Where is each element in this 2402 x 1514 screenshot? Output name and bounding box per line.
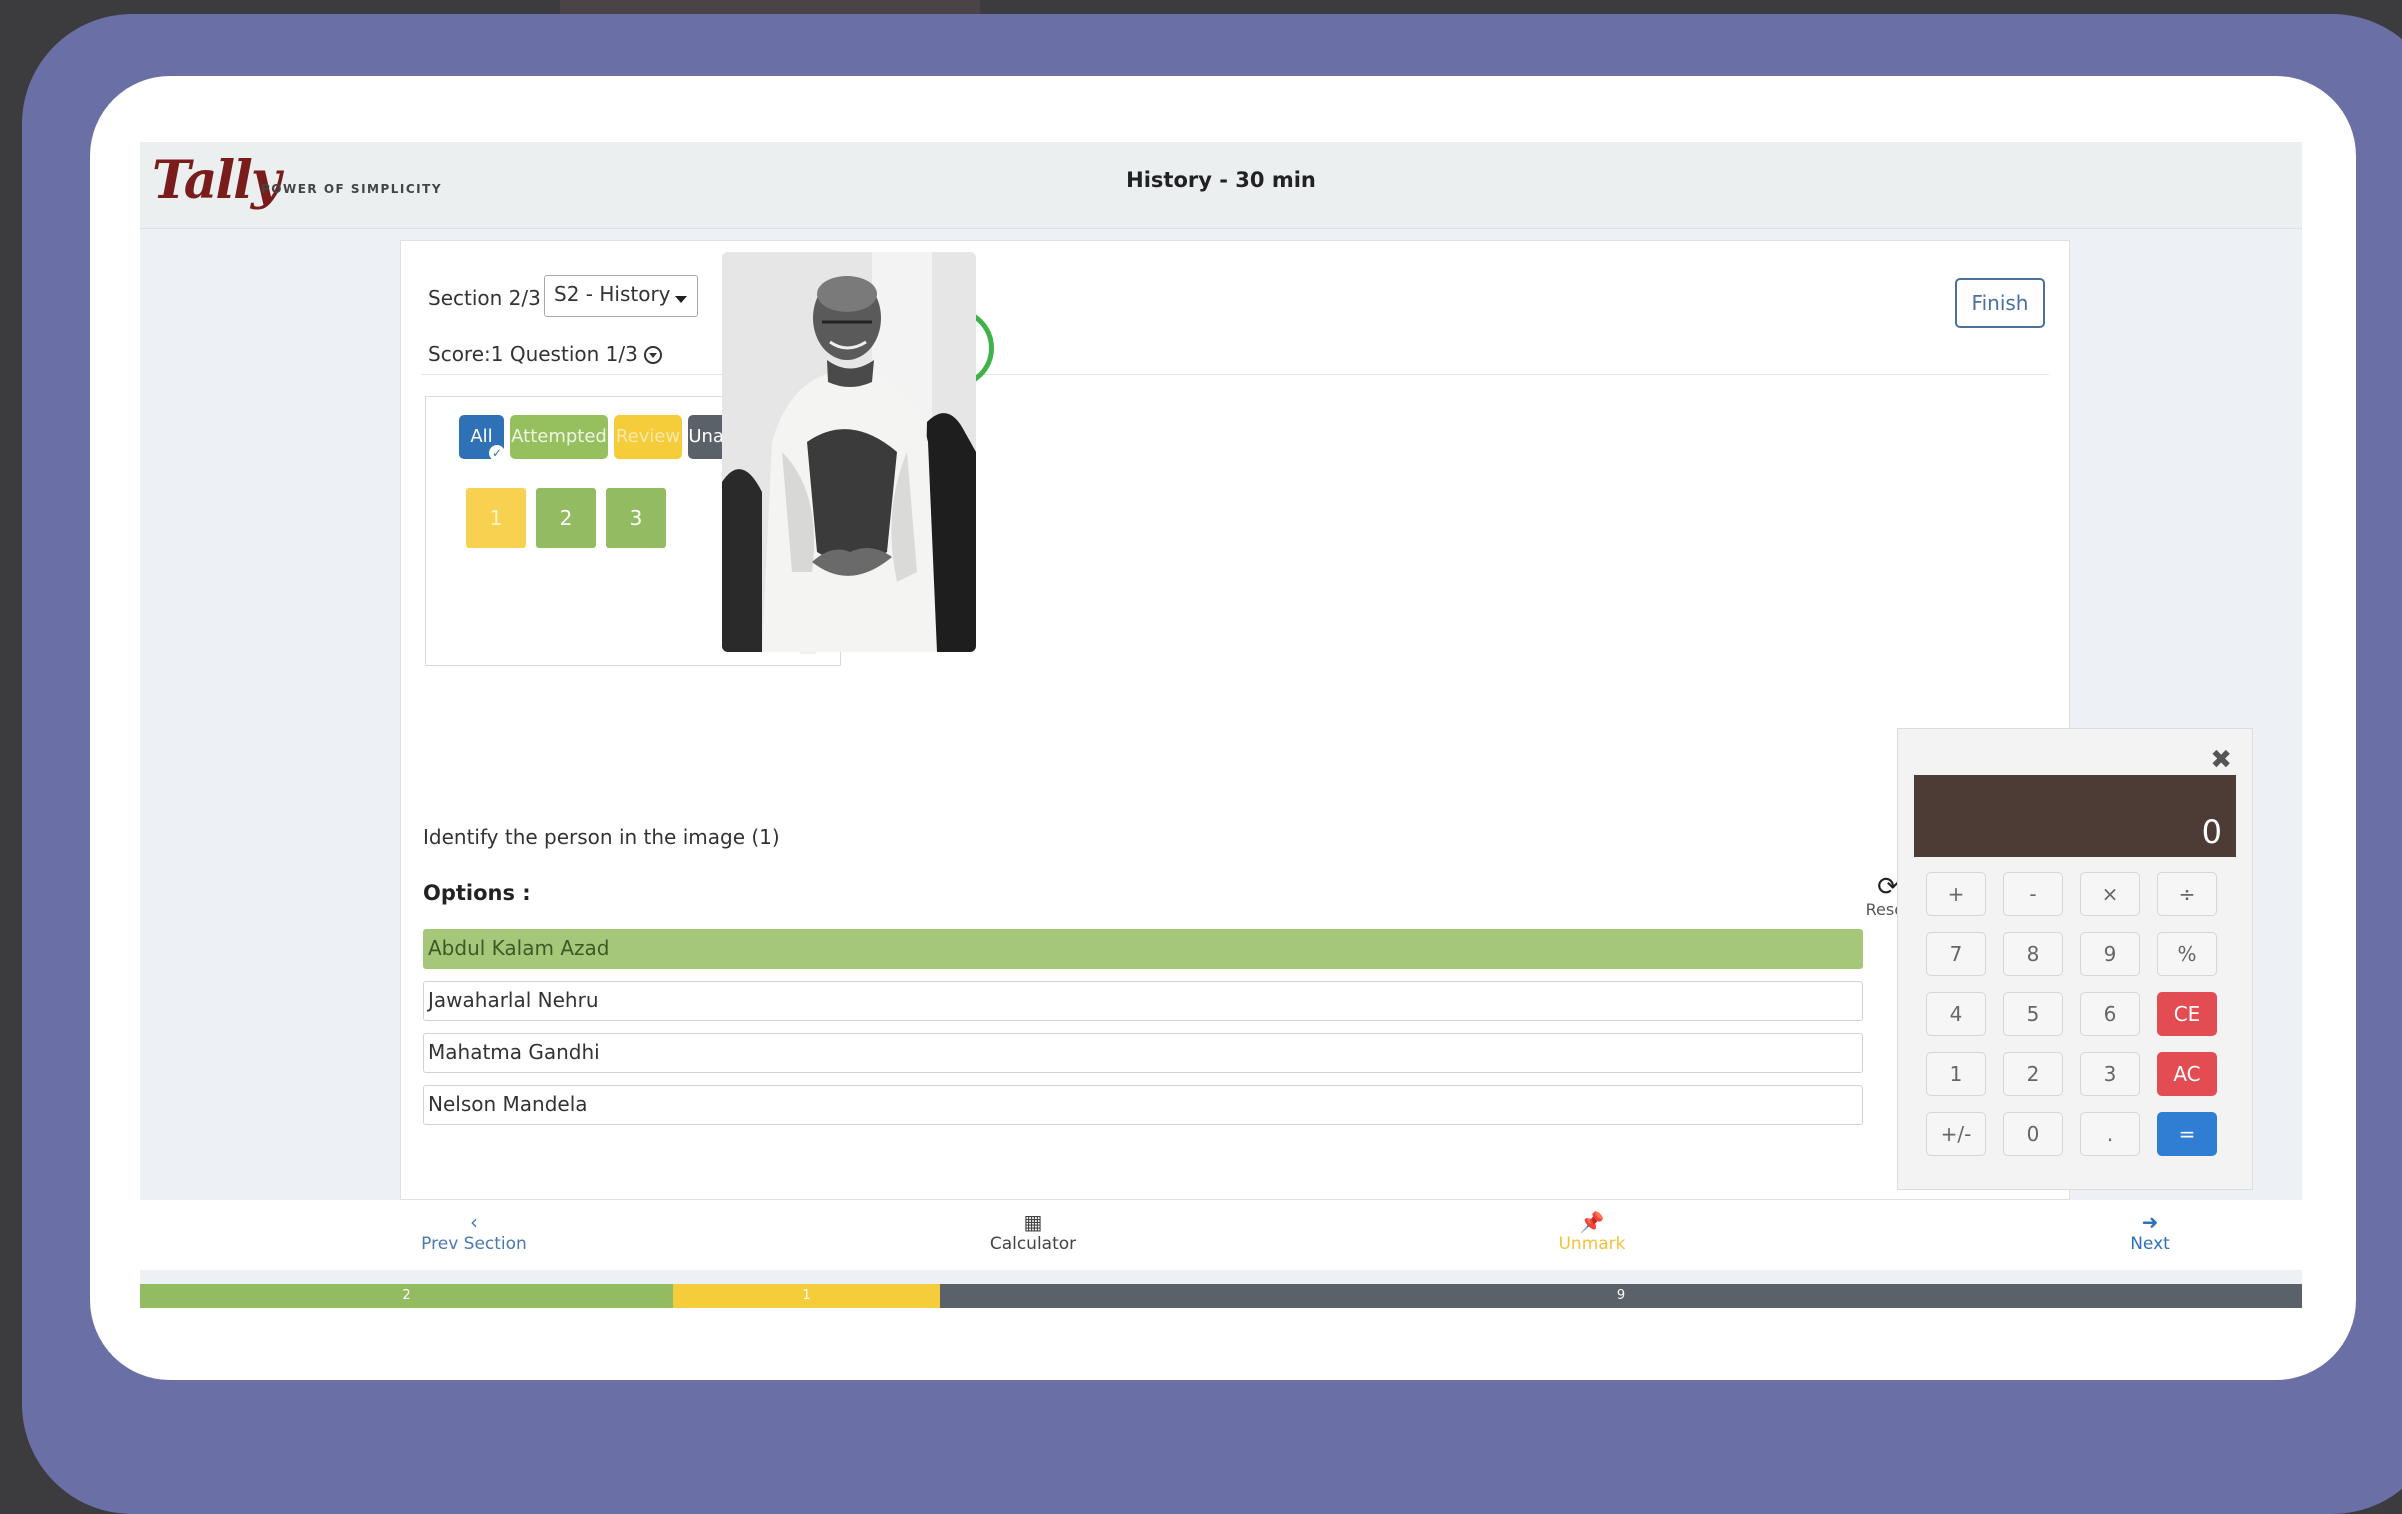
check-icon: ✓: [489, 445, 505, 461]
section-dropdown-value: S2 - History: [554, 282, 671, 306]
calculator-display: 0: [1914, 775, 2236, 857]
filter-review-button[interactable]: Review: [614, 415, 682, 459]
next-button[interactable]: ➜ Next: [2050, 1210, 2250, 1254]
unmark-button[interactable]: 📌 Unmark: [1492, 1210, 1692, 1254]
calculator-panel: ✖ 0 + - × ÷ 7 8 9% 4 5 6 CE 1 2 3 AC +/- 0. =: [1897, 728, 2253, 1190]
score-question-text: Score:1 Question 1/3: [428, 342, 638, 366]
caret-down-icon: [675, 296, 687, 303]
chevron-left-icon: ‹: [470, 1210, 478, 1234]
prev-section-label: Prev Section: [421, 1234, 527, 1254]
progress-review-segment: 1: [673, 1284, 940, 1308]
calculator-button[interactable]: ▦ Calculator: [933, 1210, 1133, 1254]
question-number-button[interactable]: 3: [606, 488, 666, 548]
section-label: Section 2/3: [428, 286, 541, 310]
calc-key[interactable]: 3: [2080, 1052, 2140, 1096]
options-label: Options :: [423, 881, 531, 905]
section-dropdown[interactable]: S2 - History: [544, 275, 698, 317]
calc-key[interactable]: +/-: [1926, 1112, 1986, 1156]
calc-key[interactable]: =: [2157, 1112, 2217, 1156]
calc-key[interactable]: -: [2003, 872, 2063, 916]
option-2[interactable]: Jawaharlal Nehru: [423, 981, 1863, 1021]
page-title: History - 30 min: [1126, 168, 1316, 192]
top-bar: Tally POWER OF SIMPLICITY History - 30 m…: [140, 142, 2302, 229]
question-number-button[interactable]: 1: [466, 488, 526, 548]
progress-attempted-segment: 2: [140, 1284, 673, 1308]
option-3[interactable]: Mahatma Gandhi: [423, 1033, 1863, 1073]
question-number-button[interactable]: 2: [536, 488, 596, 548]
calc-key[interactable]: ÷: [2157, 872, 2217, 916]
calc-key[interactable]: %: [2157, 932, 2217, 976]
question-text: Identify the person in the image (1): [423, 825, 780, 849]
calc-key[interactable]: 5: [2003, 992, 2063, 1036]
unmark-label: Unmark: [1558, 1234, 1626, 1254]
pin-icon: 📌: [1579, 1210, 1605, 1234]
question-image: [722, 252, 976, 652]
calc-key[interactable]: 0: [2003, 1112, 2063, 1156]
calc-key[interactable]: AC: [2157, 1052, 2217, 1096]
progress-unattempted-segment: 9: [940, 1284, 2302, 1308]
portrait-photo: [722, 252, 976, 652]
calc-key[interactable]: CE: [2157, 992, 2217, 1036]
close-icon[interactable]: ✖: [2210, 745, 2232, 775]
circle-chevron-right-icon: ➜: [2141, 1210, 2159, 1234]
calc-key[interactable]: +: [1926, 872, 1986, 916]
calc-key[interactable]: 9: [2080, 932, 2140, 976]
calculator-label: Calculator: [989, 1234, 1077, 1254]
calc-key[interactable]: 2: [2003, 1052, 2063, 1096]
prev-section-button[interactable]: ‹ Prev Section: [374, 1210, 574, 1254]
calc-key[interactable]: 6: [2080, 992, 2140, 1036]
calc-key[interactable]: 8: [2003, 932, 2063, 976]
option-4[interactable]: Nelson Mandela: [423, 1085, 1863, 1125]
calc-key[interactable]: 1: [1926, 1052, 1986, 1096]
calc-key[interactable]: .: [2080, 1112, 2140, 1156]
calc-key[interactable]: 4: [1926, 992, 1986, 1036]
score-question-line[interactable]: Score:1 Question 1/3: [428, 342, 662, 366]
calc-key[interactable]: ×: [2080, 872, 2140, 916]
calculator-icon: ▦: [1023, 1210, 1043, 1234]
option-1[interactable]: Abdul Kalam Azad: [423, 929, 1863, 969]
finish-button[interactable]: Finish: [1955, 278, 2045, 328]
next-label: Next: [2130, 1234, 2170, 1254]
progress-bar: 2 1 9: [140, 1284, 2302, 1308]
filter-all-button[interactable]: All ✓: [459, 415, 505, 461]
filter-all-label: All: [470, 426, 493, 447]
calc-key[interactable]: 7: [1926, 932, 1986, 976]
question-card: Section 2/3 S2 - History Score:1 Questio…: [400, 240, 2070, 1200]
footer-nav: ‹ Prev Section ▦ Calculator 📌 Unmark ➜ N…: [140, 1200, 2302, 1270]
header-divider: [421, 374, 2049, 375]
filter-attempted-button[interactable]: Attempted: [510, 415, 608, 459]
circle-chevron-down-icon[interactable]: [643, 346, 662, 364]
